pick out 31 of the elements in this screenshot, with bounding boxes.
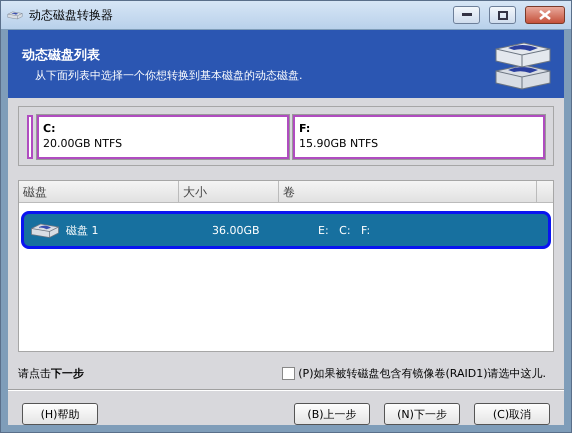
mirror-option-label[interactable]: (P)如果被转磁盘包含有镜像卷(RAID1)请选中这儿. (298, 366, 546, 381)
cancel-button[interactable]: (C)取消 (474, 403, 550, 425)
mirror-checkbox[interactable] (282, 367, 296, 380)
minimize-icon (462, 13, 472, 17)
partition-info: 20.00GB NTFS (43, 137, 124, 150)
column-header[interactable]: 磁盘 (19, 181, 179, 202)
disk-size: 36.00GB (212, 224, 261, 236)
column-header[interactable]: 大小 (179, 181, 279, 202)
window-title: 动态磁盘转换器 (29, 6, 114, 24)
drive-letter: C: (43, 122, 56, 135)
help-button[interactable]: (H)帮助 (22, 403, 98, 425)
close-icon (539, 10, 551, 20)
column-header[interactable]: 卷 (279, 181, 537, 202)
minimize-button[interactable] (453, 6, 480, 24)
partition-block[interactable]: C: 20.00GB NTFS (37, 115, 289, 159)
page-subtitle: 从下面列表中选择一个你想转换到基本磁盘的动态磁盘. (34, 68, 304, 82)
back-button[interactable]: (B)上一步 (294, 403, 370, 425)
close-button[interactable] (525, 6, 565, 24)
disk-volumes: E: C: F: (318, 224, 370, 236)
app-icon (7, 9, 23, 21)
partition-block[interactable]: F: 15.90GB NTFS (293, 115, 545, 159)
maximize-icon (498, 10, 508, 20)
disk-row[interactable]: 磁盘 1 36.00GB E: C: F: (21, 211, 551, 249)
drive-letter: F: (299, 122, 312, 135)
partition-info: 15.90GB NTFS (299, 137, 380, 150)
maximize-button[interactable] (489, 6, 516, 24)
hint-text: 请点击下一步 (18, 366, 85, 381)
disk-name: 磁盘 1 (66, 222, 100, 238)
next-button[interactable]: (N)下一步 (384, 403, 460, 425)
page-title: 动态磁盘列表 (22, 46, 101, 64)
partition-block[interactable] (27, 115, 33, 159)
